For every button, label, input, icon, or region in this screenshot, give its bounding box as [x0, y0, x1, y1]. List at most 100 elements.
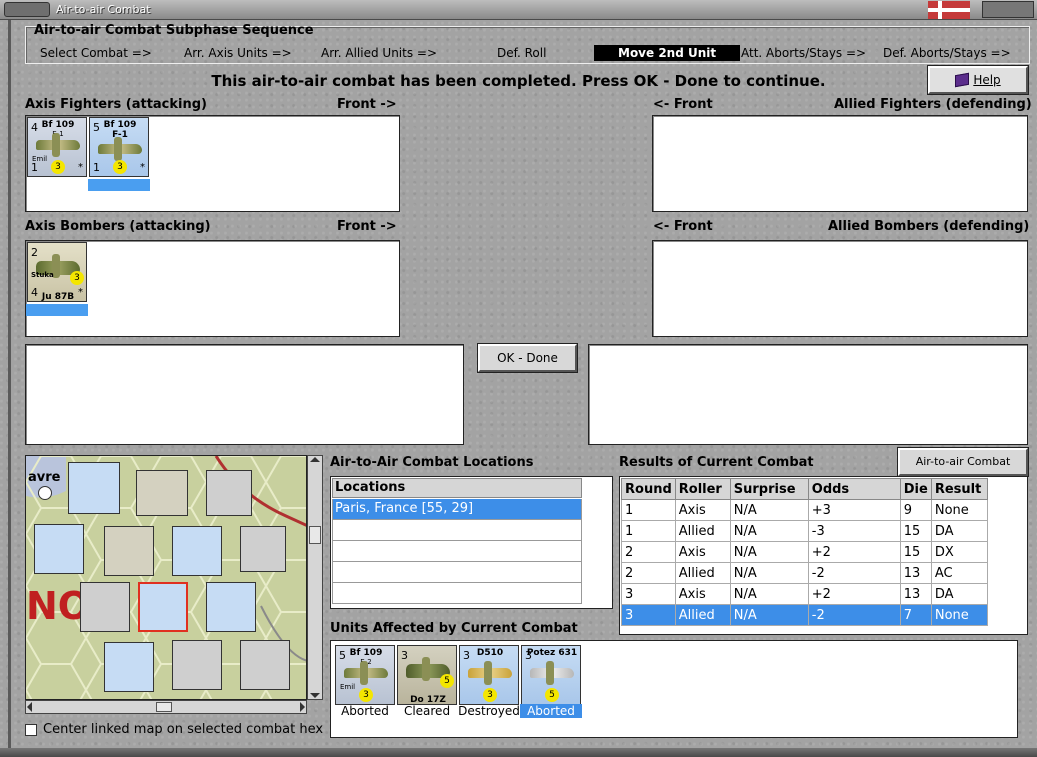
counter-rating: 5 [440, 674, 454, 688]
cell: N/A [729, 562, 809, 584]
affected-unit-potez631[interactable]: 3 Potez 631 5 [521, 645, 581, 705]
system-menu-icon[interactable] [4, 2, 50, 17]
cell: DX [930, 541, 988, 563]
cell: Axis [674, 583, 731, 605]
cell: N/A [729, 520, 809, 542]
location-row[interactable] [332, 562, 582, 583]
counter-bottom-value: 1 [31, 161, 38, 174]
cell: None [930, 499, 988, 521]
affected-unit-bf109-e2[interactable]: 5 Bf 109 E-2 Emil 3 [335, 645, 395, 705]
location-row-selected[interactable]: Paris, France [55, 29] [332, 499, 582, 520]
fighter-plane-icon [344, 661, 388, 685]
cell: 3 [621, 604, 676, 626]
affected-units-title: Units Affected by Current Combat [330, 621, 578, 636]
ok-done-button[interactable]: OK - Done [477, 343, 578, 373]
allied-bombers-front-label: <- Front [653, 219, 713, 234]
results-header-row: Round Roller Surprise Odds Die Result [621, 478, 988, 500]
german-flag-icon [928, 1, 970, 19]
col-odds: Odds [807, 478, 901, 500]
center-map-checkbox-label: Center linked map on selected combat hex [43, 722, 324, 737]
book-icon [955, 72, 970, 88]
cell: 9 [899, 499, 932, 521]
axis-fighters-label: Axis Fighters (attacking) [25, 97, 207, 112]
results-table: Round Roller Surprise Odds Die Result 1A… [621, 478, 988, 626]
cell: AC [930, 562, 988, 584]
unit-counter-ju87b[interactable]: 2 Stuka 3 4 Ju 87B * [27, 242, 87, 302]
cell: +3 [807, 499, 901, 521]
scroll-up-icon[interactable] [310, 457, 320, 462]
cell: -2 [807, 604, 901, 626]
cell: 1 [621, 499, 676, 521]
scroll-right-icon[interactable] [300, 702, 305, 712]
counter-top-value: 2 [31, 246, 38, 259]
help-button-label: Help [973, 73, 1001, 87]
linked-map[interactable]: avre NO [25, 455, 307, 700]
counter-rating: 3 [359, 688, 373, 702]
location-row[interactable] [332, 541, 582, 562]
table-row-selected[interactable]: 3 Allied N/A -2 7 None [621, 604, 988, 626]
cell: DA [930, 583, 988, 605]
unit-counter-bf109-f1[interactable]: 5 Bf 109 F-1 * 1 3 [89, 117, 149, 177]
counter-label: Stuka [31, 271, 54, 279]
scroll-thumb[interactable] [156, 702, 172, 712]
table-row[interactable]: 1 Allied N/A -3 15 DA [621, 520, 988, 542]
cell: N/A [729, 499, 809, 521]
counter-rating: 3 [51, 160, 65, 174]
city-icon [38, 486, 52, 500]
location-row[interactable] [332, 520, 582, 541]
map-vertical-scrollbar[interactable] [307, 455, 323, 700]
cell: Allied [674, 604, 731, 626]
table-row[interactable]: 2 Allied N/A -2 13 AC [621, 562, 988, 584]
counter-top-value: 3 [401, 649, 408, 662]
allied-bombers-label: Allied Bombers (defending) [828, 219, 1030, 234]
map-horizontal-scrollbar[interactable] [25, 700, 307, 714]
map-unit-counter [104, 526, 154, 576]
allied-fighters-panel [652, 115, 1028, 212]
axis-bombers-label: Axis Bombers (attacking) [25, 219, 211, 234]
counter-rating: 3 [483, 688, 497, 702]
map-unit-counter [136, 470, 188, 516]
table-row[interactable]: 3 Axis N/A +2 13 DA [621, 583, 988, 605]
cell: -2 [807, 562, 901, 584]
col-surprise: Surprise [729, 478, 809, 500]
cell: 7 [899, 604, 932, 626]
counter-rating: 3 [70, 271, 84, 285]
window-bottom-border [0, 748, 1037, 757]
cell: None [930, 604, 988, 626]
affected-unit-d510[interactable]: 3 D510 3 [459, 645, 519, 705]
title-bar: Air-to-air Combat [0, 0, 1037, 20]
map-unit-counter [206, 582, 256, 632]
help-button[interactable]: Help [927, 65, 1029, 95]
map-unit-counter [206, 470, 252, 516]
affected-unit-do17z[interactable]: 3 5 Do 17Z [397, 645, 457, 705]
seq-step-arr-axis: Arr. Axis Units => [184, 46, 292, 60]
location-row[interactable] [332, 583, 582, 604]
col-round: Round [621, 478, 676, 500]
allied-fighters-front-label: <- Front [653, 97, 713, 112]
fighter-plane-icon [468, 661, 512, 685]
table-row[interactable]: 2 Axis N/A +2 15 DX [621, 541, 988, 563]
allied-bombers-panel [652, 240, 1028, 337]
map-unit-counter [104, 642, 154, 692]
counter-star: * [78, 162, 83, 173]
window-close-button[interactable] [982, 1, 1034, 18]
status-message: This air-to-air combat has been complete… [211, 72, 826, 90]
unit-counter-bf109-e1[interactable]: 4 Bf 109 E-1 Emil * 1 3 [27, 117, 87, 177]
center-map-checkbox[interactable] [25, 724, 37, 736]
col-result: Result [930, 478, 988, 500]
counter-bottom-value: 1 [93, 161, 100, 174]
table-row[interactable]: 1 Axis N/A +3 9 None [621, 499, 988, 521]
cell: Axis [674, 499, 731, 521]
counter-name: Potez 631 [526, 648, 578, 658]
cell: 2 [621, 562, 676, 584]
seq-step-arr-allied: Arr. Allied Units => [321, 46, 438, 60]
affected-status-label: Destroyed [458, 704, 520, 718]
air-combat-chart-button[interactable]: Air-to-air Combat Chart [897, 447, 1029, 492]
fighter-plane-icon [530, 661, 574, 685]
scroll-thumb[interactable] [309, 526, 321, 544]
cell: 2 [621, 541, 676, 563]
scroll-down-icon[interactable] [310, 693, 320, 698]
seq-step-def-roll: Def. Roll [497, 46, 547, 60]
scroll-left-icon[interactable] [27, 702, 32, 712]
seq-step-move-2nd-unit: Move 2nd Unit [594, 45, 741, 61]
